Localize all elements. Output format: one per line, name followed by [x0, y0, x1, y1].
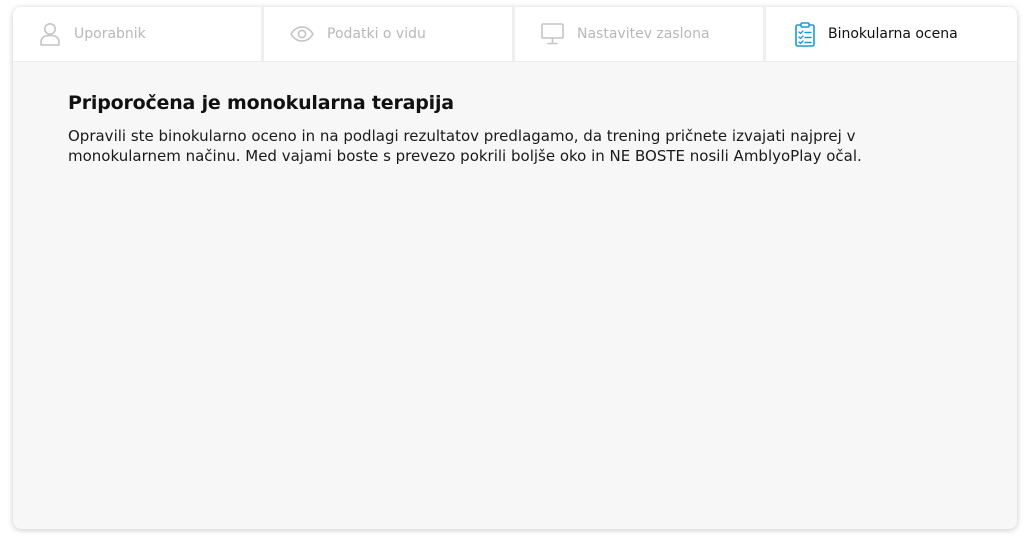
tab-label: Nastavitev zaslona [577, 26, 710, 42]
tab-nastavitev-zaslona[interactable]: Nastavitev zaslona [515, 7, 766, 61]
main-card: Uporabnik Podatki o vidu Nastavitev zasl… [13, 7, 1017, 529]
tab-podatki-o-vidu[interactable]: Podatki o vidu [264, 7, 515, 61]
main-content: Priporočena je monokularna terapija Opra… [13, 62, 1017, 166]
tab-label: Podatki o vidu [327, 26, 426, 42]
step-tabs: Uporabnik Podatki o vidu Nastavitev zasl… [13, 7, 1017, 62]
monitor-icon [541, 23, 564, 45]
tab-label: Binokularna ocena [828, 26, 958, 42]
page-title: Priporočena je monokularna terapija [68, 92, 454, 114]
tab-binokularna-ocena[interactable]: Binokularna ocena [766, 7, 1017, 61]
tab-uporabnik[interactable]: Uporabnik [13, 7, 264, 61]
tab-label: Uporabnik [74, 26, 146, 42]
user-icon [39, 22, 61, 46]
eye-icon [290, 26, 314, 42]
clipboard-checklist-icon [795, 21, 815, 47]
description-text: Opravili ste binokularno oceno in na pod… [68, 127, 862, 165]
